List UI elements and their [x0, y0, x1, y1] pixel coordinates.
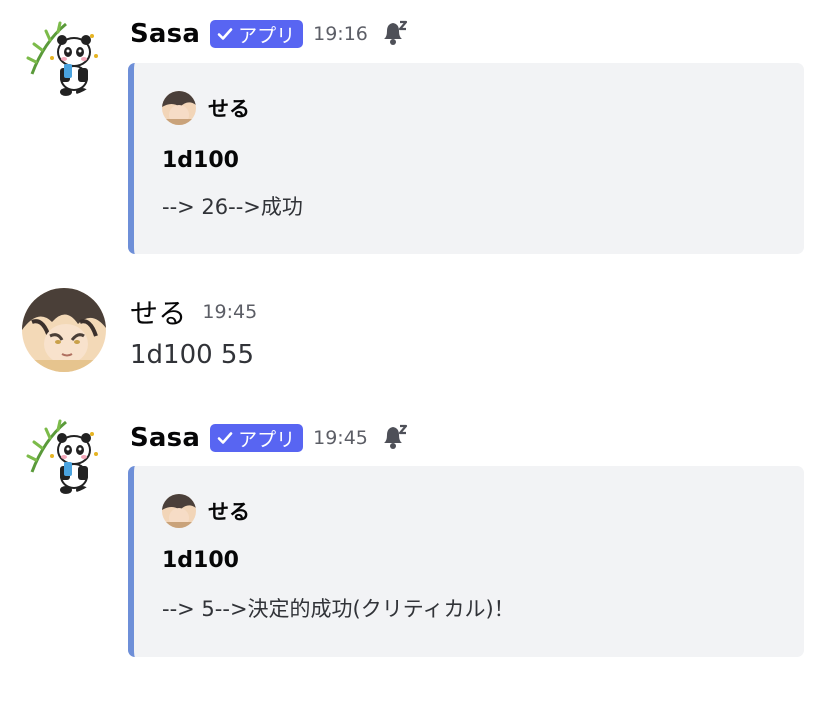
timestamp[interactable]: 19:45 — [313, 427, 368, 449]
bell-sleep-icon — [383, 424, 407, 449]
embed-author-avatar[interactable] — [162, 494, 196, 528]
username[interactable]: せる — [130, 292, 186, 332]
embed-author-avatar[interactable] — [162, 91, 196, 125]
embed-title: 1d100 — [162, 148, 239, 173]
checkmark-icon — [217, 432, 233, 444]
badge-label: アプリ — [238, 428, 296, 451]
username[interactable]: Sasa — [130, 19, 200, 49]
bot-avatar[interactable] — [22, 410, 106, 494]
bell-sleep-icon — [383, 20, 407, 45]
embed: せる 1d100 --> 26-->成功 — [128, 63, 804, 254]
embed-author-name[interactable]: せる — [208, 496, 250, 526]
app-badge: アプリ — [210, 424, 304, 452]
app-badge: アプリ — [210, 20, 304, 48]
bot-avatar[interactable] — [22, 12, 106, 96]
embed-description: --> 26-->成功 — [162, 195, 303, 219]
message-content: 1d100 55 — [130, 340, 255, 370]
badge-label: アプリ — [238, 24, 296, 47]
checkmark-icon — [217, 28, 233, 40]
username[interactable]: Sasa — [130, 423, 200, 453]
embed: せる 1d100 --> 5-->決定的成功(クリティカル)！ — [128, 466, 804, 657]
embed-author: せる — [162, 494, 250, 528]
embed-title: 1d100 — [162, 548, 239, 573]
user-avatar[interactable] — [22, 288, 106, 372]
embed-author-name[interactable]: せる — [208, 93, 250, 123]
timestamp[interactable]: 19:45 — [202, 301, 257, 323]
timestamp[interactable]: 19:16 — [313, 23, 368, 45]
embed-description: --> 5-->決定的成功(クリティカル)！ — [162, 597, 515, 621]
embed-author: せる — [162, 91, 250, 125]
